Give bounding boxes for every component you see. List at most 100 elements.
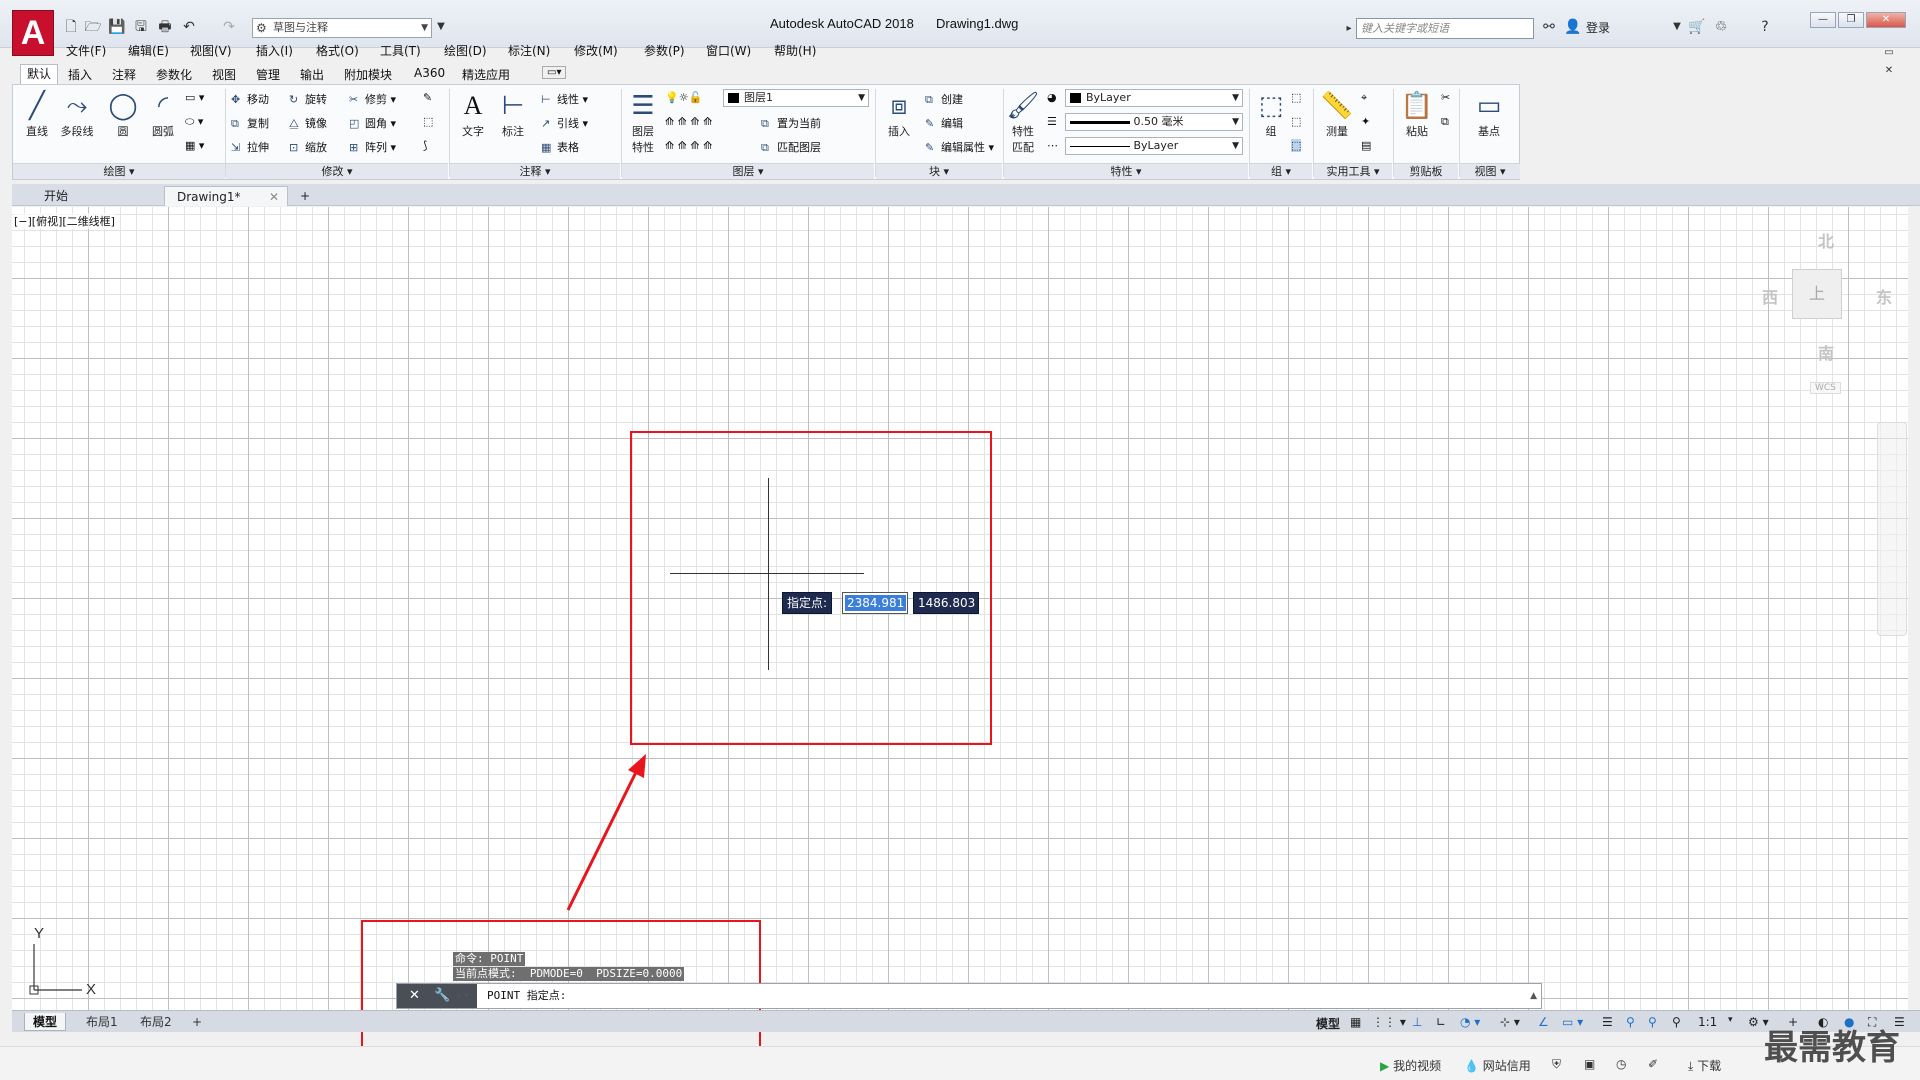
move-tool[interactable]: ✥ 移动: [231, 91, 269, 107]
lineweight-toggle-icon[interactable]: ☰: [1602, 1015, 1613, 1029]
layer-properties-tool[interactable]: ☰ 图层 特性: [623, 89, 663, 155]
hatch-icon[interactable]: ▦ ▾: [185, 139, 204, 152]
point-icon[interactable]: ✦: [1361, 115, 1370, 128]
close-button[interactable]: ✕: [1866, 12, 1906, 28]
array-tool[interactable]: ⊞ 阵列 ▾: [349, 139, 396, 155]
search-input[interactable]: 键入关键字或短语: [1356, 18, 1534, 39]
ellipse-icon[interactable]: ⬭ ▾: [185, 115, 203, 129]
my-video-link[interactable]: ▶ 我的视频: [1380, 1057, 1441, 1074]
new-tab-button[interactable]: +: [294, 186, 316, 206]
match-layer-tool[interactable]: ⧉ 匹配图层: [761, 139, 821, 155]
linetype-icon[interactable]: ⋯: [1047, 139, 1058, 152]
tab-output[interactable]: 输出: [300, 66, 324, 83]
minimize-button[interactable]: —: [1810, 12, 1836, 28]
otrack-icon[interactable]: ∠: [1538, 1015, 1549, 1029]
open-file-icon[interactable]: 🗁: [84, 18, 102, 36]
annotation-panel-title[interactable]: 注释 ▾: [450, 163, 620, 179]
viewcube-south[interactable]: 南: [1818, 340, 1834, 364]
menu-modify[interactable]: 修改(M): [574, 42, 618, 59]
color-dropdown[interactable]: ByLayer ▼: [1065, 89, 1243, 107]
command-line[interactable]: ✕ 🔧 ▸ ▾ POINT 指定点: ▲: [396, 983, 1542, 1009]
tab-addins[interactable]: 附加模块: [344, 66, 392, 83]
edit-block-tool[interactable]: ✎ 编辑: [925, 115, 963, 131]
menu-view[interactable]: 视图(V): [190, 42, 232, 59]
layer-tools-row2-icons[interactable]: ⟰ ⟰ ⟰ ⟰: [665, 139, 712, 152]
menu-file[interactable]: 文件(F): [66, 42, 106, 59]
linetype-dropdown[interactable]: ByLayer ▼: [1065, 137, 1243, 155]
menu-parametric[interactable]: 参数(P): [644, 42, 685, 59]
menu-edit[interactable]: 编辑(E): [128, 42, 169, 59]
menu-window[interactable]: 窗口(W): [706, 42, 751, 59]
dimension-tool[interactable]: ⊢ 标注: [493, 89, 533, 139]
measure-tool[interactable]: 📏 测量: [1317, 89, 1357, 139]
mirror-tool[interactable]: ⧋ 镜像: [289, 115, 327, 131]
circle-tool[interactable]: ◯ 圆: [103, 89, 143, 139]
snap-icon[interactable]: ⋮⋮ ▾: [1372, 1015, 1406, 1029]
ortho-icon[interactable]: ∟: [1436, 1015, 1446, 1029]
tab-start[interactable]: 开始: [32, 186, 162, 206]
shield-icon[interactable]: ⛨: [1552, 1057, 1561, 1072]
undo-icon[interactable]: ↶: [180, 18, 198, 36]
group-edit-icon[interactable]: ⬚: [1291, 115, 1301, 128]
set-current-layer-tool[interactable]: ⧉ 置为当前: [761, 115, 821, 131]
lineweight-icon[interactable]: ☰: [1047, 115, 1057, 128]
draw-panel-title[interactable]: 绘图 ▾: [13, 163, 225, 179]
command-history-toggle-icon[interactable]: ▲: [1530, 984, 1537, 1008]
polyline-tool[interactable]: ⤳ 多段线: [57, 89, 97, 139]
broom-icon[interactable]: ✐: [1648, 1057, 1658, 1071]
leader-tool[interactable]: ↗ 引线 ▾: [541, 115, 588, 131]
dynamic-ucs-icon[interactable]: ▭ ▾: [1562, 1015, 1583, 1029]
menu-draw[interactable]: 绘图(D): [444, 42, 487, 59]
tab-default[interactable]: 默认: [20, 64, 59, 84]
offset-icon[interactable]: ⟆: [423, 139, 427, 152]
quick-select-icon[interactable]: ⌖: [1361, 91, 1367, 105]
tab-view[interactable]: 视图: [212, 66, 236, 83]
speed-icon[interactable]: ◷: [1616, 1057, 1626, 1071]
login-dropdown-icon[interactable]: ▼: [1668, 18, 1686, 36]
color-wheel-icon[interactable]: ◕: [1047, 91, 1057, 104]
customize-qat-icon[interactable]: ▼: [432, 18, 450, 36]
insert-block-tool[interactable]: ⧈ 插入: [879, 89, 919, 139]
login-button[interactable]: 登录: [1586, 19, 1610, 36]
base-point-tool[interactable]: ▭ 基点: [1469, 89, 1509, 139]
calculator-icon[interactable]: ▤: [1361, 139, 1371, 152]
edit-attributes-tool[interactable]: ✎ 编辑属性 ▾: [925, 139, 994, 155]
layer-state-icons[interactable]: 💡☼🔓: [665, 91, 702, 104]
tab-a360[interactable]: A360: [414, 66, 445, 80]
wrench-icon[interactable]: 🔧: [434, 988, 450, 1003]
viewcube-east[interactable]: 东: [1876, 284, 1892, 308]
arc-tool[interactable]: ◜ 圆弧: [143, 89, 183, 139]
close-tab-icon[interactable]: ✕: [269, 187, 279, 207]
plot-icon[interactable]: 🖶: [156, 18, 174, 36]
copy-clip-icon[interactable]: ⧉: [1441, 115, 1449, 129]
menu-insert[interactable]: 插入(I): [256, 42, 293, 59]
cut-icon[interactable]: ✂: [1441, 91, 1450, 104]
annotation-scale-value[interactable]: 1:1: [1698, 1015, 1717, 1029]
ribbon-minimize-icon[interactable]: ▭▾: [542, 66, 567, 79]
tab-layout1[interactable]: 布局1: [78, 1013, 126, 1031]
layer-tools-row-icons[interactable]: ⟰ ⟰ ⟰ ⟰: [665, 115, 712, 128]
scale-tool[interactable]: ⊡ 缩放: [289, 139, 327, 155]
annotation-scale-icon[interactable]: ⚲: [1672, 1015, 1681, 1029]
auto-scale-icon[interactable]: ⚲: [1648, 1015, 1657, 1029]
group-tool[interactable]: ⬚ 组: [1251, 89, 1291, 139]
utilities-panel-title[interactable]: 实用工具 ▾: [1314, 163, 1392, 179]
osnap-icon[interactable]: ⊹ ▾: [1500, 1015, 1520, 1029]
fillet-tool[interactable]: ◰ 圆角 ▾: [349, 115, 396, 131]
cart-icon[interactable]: 🛒: [1688, 18, 1706, 36]
viewport-controls[interactable]: [−][俯视][二维线框]: [14, 213, 115, 229]
layers-panel-title[interactable]: 图层 ▾: [622, 163, 874, 179]
ungroup-icon[interactable]: ⬚: [1291, 91, 1301, 104]
clipboard-panel-title[interactable]: 剪贴板: [1394, 163, 1458, 179]
group-select-icon[interactable]: ⬚: [1291, 139, 1302, 152]
tab-manage[interactable]: 管理: [256, 66, 280, 83]
a360-icon[interactable]: ♲: [1712, 18, 1730, 36]
infer-constraints-icon[interactable]: ⊥: [1412, 1015, 1422, 1029]
close-icon[interactable]: ✕: [409, 988, 420, 1003]
lineweight-dropdown[interactable]: 0.50 毫米 ▼: [1065, 113, 1243, 131]
explode-icon[interactable]: ⬚: [423, 115, 433, 128]
tab-layout2[interactable]: 布局2: [132, 1013, 180, 1031]
application-menu-button[interactable]: A: [12, 10, 54, 56]
help-icon[interactable]: ?: [1756, 18, 1774, 36]
scale-dropdown-icon[interactable]: ▾: [1728, 1015, 1733, 1025]
